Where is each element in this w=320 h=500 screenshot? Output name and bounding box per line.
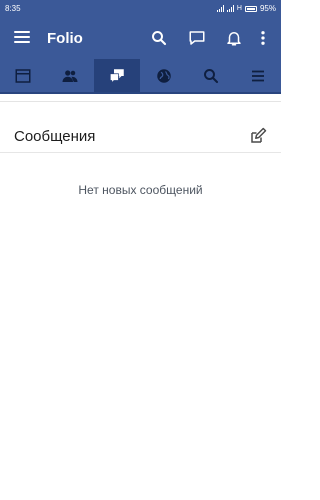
network-type: H <box>236 5 242 12</box>
tab-globe[interactable] <box>140 59 187 92</box>
status-time: 8:35 <box>5 4 21 13</box>
tab-friends[interactable] <box>47 59 94 92</box>
app-title: Folio <box>47 30 83 47</box>
more-vertical-icon[interactable] <box>253 28 273 48</box>
tab-menu[interactable] <box>234 59 281 92</box>
menu-icon[interactable] <box>14 29 30 45</box>
signal-icon <box>216 5 224 12</box>
tab-bar <box>0 59 281 94</box>
page-title: Сообщения <box>14 127 96 145</box>
tab-messages[interactable] <box>93 59 141 92</box>
globe-icon <box>157 68 171 83</box>
messenger-icon[interactable] <box>187 28 207 48</box>
friends-icon <box>62 69 78 82</box>
compose-icon[interactable] <box>249 127 267 145</box>
menu-icon <box>251 70 264 81</box>
bell-icon[interactable] <box>224 28 244 48</box>
search-icon <box>203 68 218 83</box>
app-bar: Folio <box>0 17 281 59</box>
status-indicators: H 95% <box>216 4 276 13</box>
search-icon[interactable] <box>149 28 169 48</box>
divider <box>0 101 281 102</box>
battery-level: 95% <box>259 4 276 13</box>
tab-search[interactable] <box>187 59 234 92</box>
battery-icon <box>244 5 257 12</box>
news-feed-icon <box>15 68 31 83</box>
status-bar: 8:35 H 95% <box>0 0 281 17</box>
messages-icon <box>109 68 124 84</box>
messages-header: Сообщения <box>0 120 281 152</box>
section-divider <box>0 152 281 153</box>
empty-messages-text: Нет новых сообщений <box>78 183 203 197</box>
signal-icon-2 <box>226 5 234 12</box>
tab-news-feed[interactable] <box>0 59 47 92</box>
